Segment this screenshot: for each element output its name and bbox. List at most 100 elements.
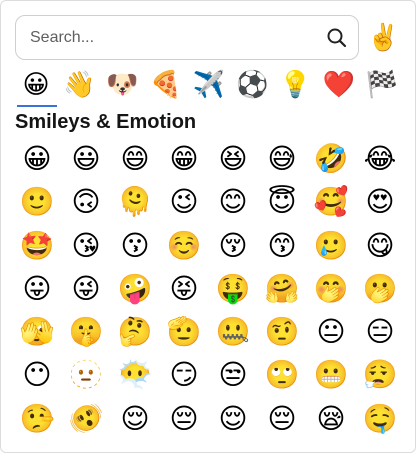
emoji-glyph: 😌 (120, 401, 150, 435)
emoji-button[interactable]: 🤫 (64, 312, 108, 352)
emoji-glyph: 😌 (218, 401, 248, 435)
emoji-button[interactable]: 😒 (211, 355, 255, 395)
emoji-button[interactable]: 😬 (309, 355, 353, 395)
emoji-glyph: 🫨 (68, 401, 104, 435)
emoji-glyph: 😋 (365, 228, 395, 262)
emoji-glyph: 🤨 (264, 315, 300, 349)
emoji-button[interactable]: 😗 (113, 226, 157, 266)
emoji-button[interactable]: 😋 (358, 226, 402, 266)
tab-animals[interactable]: 🐶 (102, 67, 144, 107)
travel-icon: ✈️ (192, 70, 226, 100)
emoji-button[interactable]: 😃 (64, 139, 108, 179)
emoji-button[interactable]: 😍 (358, 182, 402, 222)
emoji-glyph: 🙂 (19, 185, 55, 219)
tab-symbols[interactable]: ❤️ (318, 67, 360, 107)
emoji-glyph: 😜 (71, 271, 101, 305)
emoji-button[interactable]: 😔 (260, 399, 304, 439)
emoji-button[interactable]: 🤣 (309, 139, 353, 179)
emoji-glyph: 😇 (267, 185, 297, 219)
emoji-button[interactable]: ☺️ (162, 226, 206, 266)
tab-travel[interactable]: ✈️ (188, 67, 230, 107)
emoji-button[interactable]: 😐 (309, 312, 353, 352)
emoji-glyph: 🫢 (362, 271, 398, 305)
emoji-button[interactable]: 😀 (15, 139, 59, 179)
emoji-glyph: 😚 (218, 228, 248, 262)
emoji-button[interactable]: 😝 (162, 269, 206, 309)
tab-smileys[interactable]: 😀 (15, 67, 57, 107)
emoji-glyph: 😁 (169, 142, 199, 175)
emoji-button[interactable]: 😊 (211, 182, 255, 222)
emoji-button[interactable]: 🫣 (15, 312, 59, 352)
emoji-glyph: 😀 (22, 142, 52, 175)
emoji-button[interactable]: 😚 (211, 226, 255, 266)
emoji-glyph: 🙃 (71, 185, 101, 219)
emoji-button[interactable]: 🙃 (64, 182, 108, 222)
emoji-glyph: 🤗 (264, 271, 300, 305)
emoji-button[interactable]: 🫡 (162, 312, 206, 352)
emoji-button[interactable]: 🤗 (260, 269, 304, 309)
emoji-glyph: 😍 (365, 185, 395, 219)
emoji-button[interactable]: 🤨 (260, 312, 304, 352)
search-input[interactable] (30, 16, 320, 59)
emoji-button[interactable]: 🫢 (358, 269, 402, 309)
emoji-glyph: 😉 (169, 185, 199, 219)
emoji-button[interactable]: 😇 (260, 182, 304, 222)
emoji-button[interactable]: 🥲 (309, 226, 353, 266)
emoji-button[interactable]: 😜 (64, 269, 108, 309)
emoji-button[interactable]: 😅 (260, 139, 304, 179)
emoji-button[interactable]: 😂 (358, 139, 402, 179)
emoji-button[interactable]: 🙂 (15, 182, 59, 222)
emoji-glyph: 🫡 (166, 315, 202, 349)
emoji-button[interactable]: 🫥 (64, 355, 108, 395)
emoji-button[interactable]: 😉 (162, 182, 206, 222)
emoji-button[interactable]: 😑 (358, 312, 402, 352)
emoji-button[interactable]: 🥰 (309, 182, 353, 222)
emoji-button[interactable]: 😔 (162, 399, 206, 439)
flags-icon: 🏁 (365, 70, 399, 100)
emoji-glyph: 😔 (169, 401, 199, 435)
emoji-button[interactable]: 😘 (64, 226, 108, 266)
emoji-button[interactable]: 😆 (211, 139, 255, 179)
emoji-button[interactable]: 🤭 (309, 269, 353, 309)
emoji-glyph: 😮‍💨 (362, 358, 398, 392)
emoji-picker: ✌️ 😀 👋 🐶 🍕 ✈️ ⚽ 💡 ❤️ 🏁 Smileys & Emotion 😀 😃 😄 😁 😆 😅 🤣… (0, 0, 416, 453)
emoji-glyph: 😐 (316, 315, 346, 349)
tab-activities[interactable]: ⚽ (231, 67, 273, 107)
emoji-button[interactable]: 🤤 (358, 399, 402, 439)
emoji-button[interactable]: 😄 (113, 139, 157, 179)
emoji-button[interactable]: 😏 (162, 355, 206, 395)
emoji-button[interactable]: 😁 (162, 139, 206, 179)
emoji-button[interactable]: 🙄 (260, 355, 304, 395)
animals-icon: 🐶 (106, 70, 139, 100)
tab-people[interactable]: 👋 (58, 67, 100, 107)
emoji-glyph: 😬 (313, 358, 349, 392)
emoji-button[interactable]: 🤥 (15, 399, 59, 439)
emoji-button[interactable]: 😶 (15, 355, 59, 395)
emoji-button[interactable]: 😪 (309, 399, 353, 439)
skin-tone-button[interactable]: ✌️ (367, 21, 399, 55)
emoji-button[interactable]: 🤑 (211, 269, 255, 309)
emoji-glyph: 😪 (316, 401, 346, 435)
emoji-button[interactable]: 😮‍💨 (358, 355, 402, 395)
emoji-button[interactable]: 😛 (15, 269, 59, 309)
emoji-glyph: 🤪 (117, 271, 153, 305)
search-icon[interactable] (326, 27, 348, 49)
emoji-button[interactable]: 😌 (113, 399, 157, 439)
emoji-button[interactable]: 🤐 (211, 312, 255, 352)
emoji-glyph: ☺️ (166, 228, 202, 262)
emoji-button[interactable]: 🤩 (15, 226, 59, 266)
emoji-glyph: 😑 (365, 315, 395, 349)
emoji-button[interactable]: 😶‍🌫️ (113, 355, 157, 395)
tab-food[interactable]: 🍕 (145, 67, 187, 107)
emoji-button[interactable]: 🤔 (113, 312, 157, 352)
tab-flags[interactable]: 🏁 (361, 67, 403, 107)
emoji-button[interactable]: 🫨 (64, 399, 108, 439)
tab-objects[interactable]: 💡 (275, 67, 317, 107)
emoji-button[interactable]: 🤪 (113, 269, 157, 309)
emoji-button[interactable]: 🫠 (113, 182, 157, 222)
emoji-glyph: 🥲 (313, 228, 349, 262)
emoji-glyph: 🫠 (117, 185, 153, 219)
emoji-button[interactable]: 😙 (260, 226, 304, 266)
symbols-icon: ❤️ (322, 70, 355, 100)
emoji-button[interactable]: 😌 (211, 399, 255, 439)
